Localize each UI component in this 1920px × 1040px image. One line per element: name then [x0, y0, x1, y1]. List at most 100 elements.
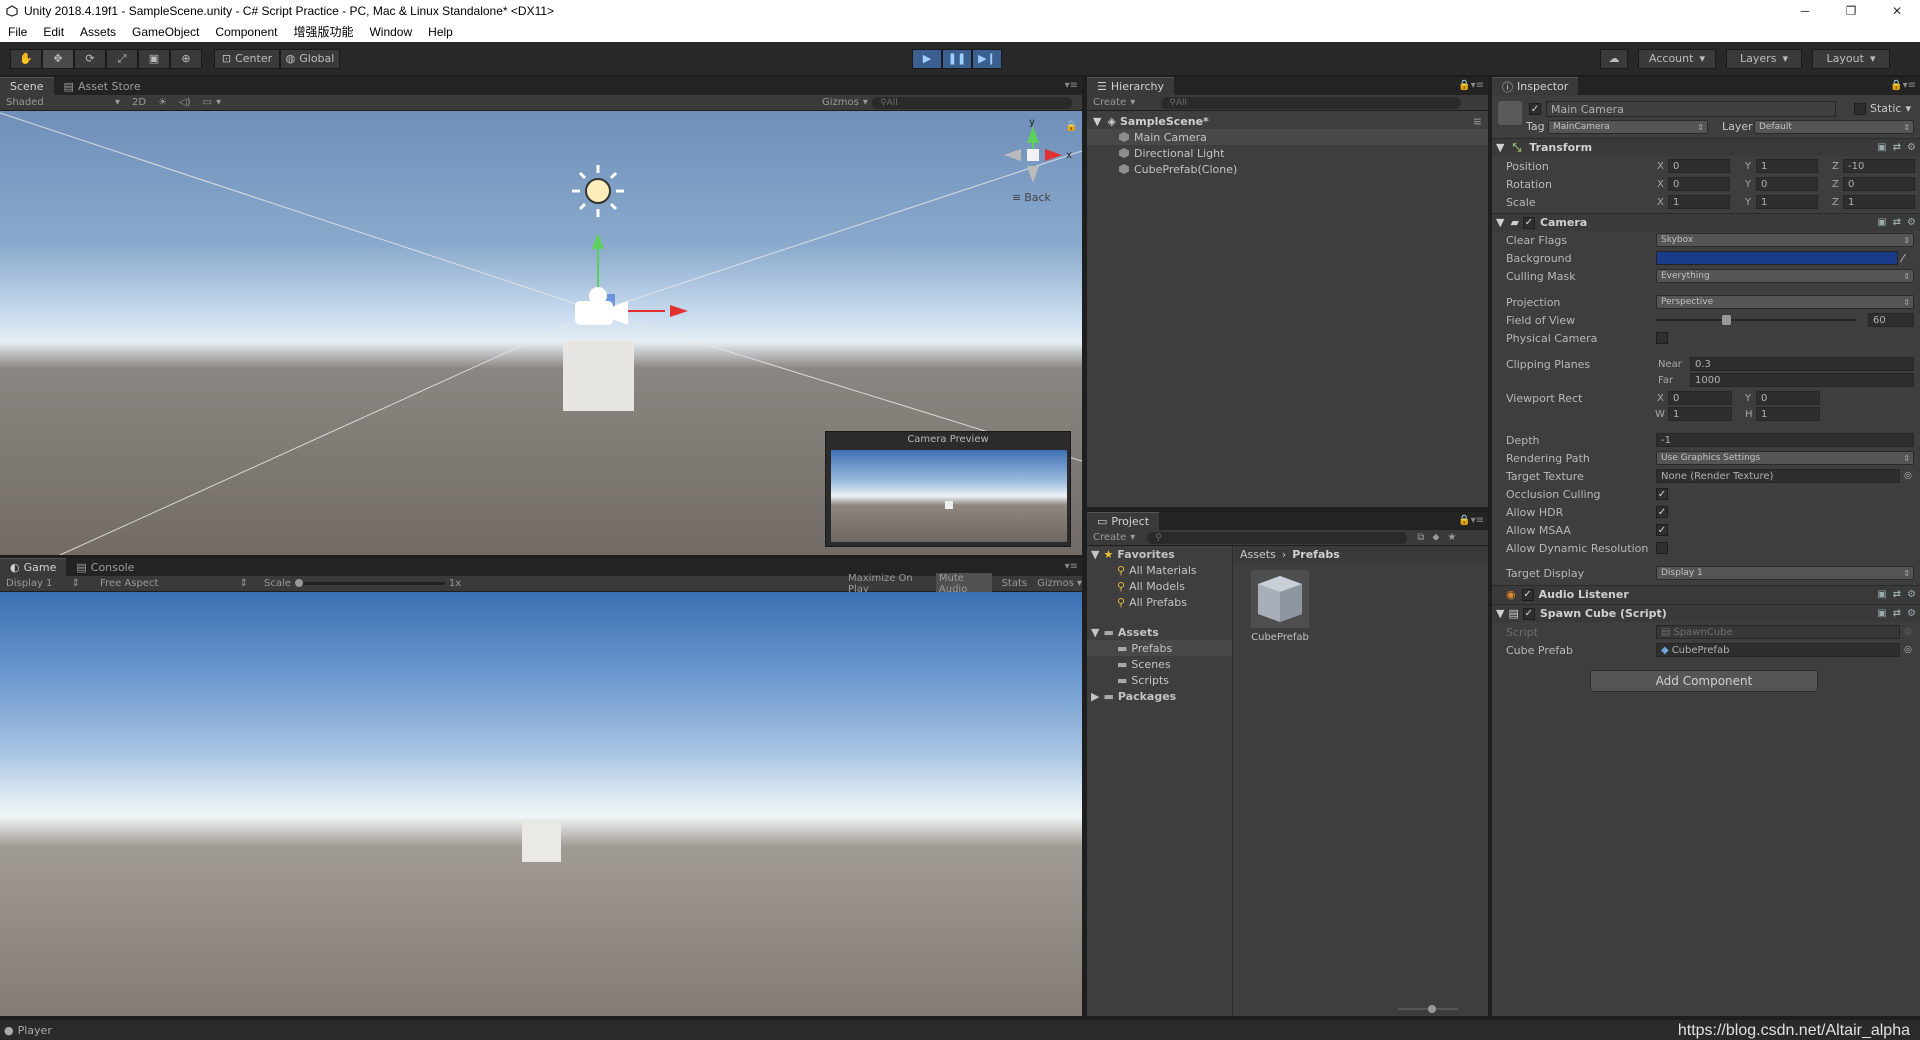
- hierarchy-item-main-camera[interactable]: Main Camera: [1087, 129, 1488, 145]
- viewport-h-field[interactable]: 1: [1756, 407, 1820, 421]
- close-window-button[interactable]: ✕: [1874, 0, 1920, 22]
- far-field[interactable]: 1000: [1690, 373, 1914, 387]
- scale-tool-button[interactable]: ⤢: [106, 48, 138, 69]
- spawn-cube-enabled-checkbox[interactable]: ✓: [1522, 607, 1535, 620]
- object-picker-icon[interactable]: ◎: [1904, 645, 1912, 655]
- object-picker-icon[interactable]: ◎: [1904, 471, 1912, 481]
- camera-gizmo-icon[interactable]: [575, 287, 628, 325]
- tab-console[interactable]: ▤ Console: [66, 558, 144, 576]
- pivot-global-toggle[interactable]: ◍ Global: [280, 48, 340, 69]
- static-toggle[interactable]: Static ▾: [1854, 102, 1911, 115]
- gear-icon[interactable]: ⚙: [1907, 589, 1916, 600]
- menu-window[interactable]: Window: [361, 22, 420, 42]
- scale-slider[interactable]: Scale 1x: [258, 578, 467, 589]
- folder-scenes[interactable]: ▬ Scenes: [1087, 656, 1232, 672]
- project-search-input[interactable]: ⚲: [1147, 531, 1408, 544]
- culling-mask-dropdown[interactable]: Everything: [1656, 269, 1914, 283]
- allow-dynamic-res-checkbox[interactable]: [1656, 542, 1668, 554]
- cube-prefab-field[interactable]: ◆ CubePrefab: [1656, 643, 1900, 657]
- stats-toggle[interactable]: Stats: [1002, 578, 1028, 589]
- gear-icon[interactable]: ⚙: [1907, 608, 1916, 619]
- panel-menu-icon[interactable]: 🔒▾≡: [1458, 80, 1484, 91]
- tab-project[interactable]: ▭ Project: [1087, 512, 1160, 530]
- rotate-tool-button[interactable]: ⟳: [74, 48, 106, 69]
- allow-hdr-checkbox[interactable]: ✓: [1656, 506, 1668, 518]
- lock-icon[interactable]: 🔒: [1065, 121, 1077, 132]
- fov-field[interactable]: 60: [1868, 313, 1914, 327]
- rendering-path-dropdown[interactable]: Use Graphics Settings: [1656, 451, 1914, 465]
- preset-icon[interactable]: ⇄: [1893, 608, 1901, 619]
- minimize-button[interactable]: ─: [1782, 0, 1828, 22]
- help-book-icon[interactable]: ▣: [1877, 589, 1886, 600]
- viewport-x-field[interactable]: 0: [1668, 391, 1732, 405]
- scale-y-field[interactable]: 1: [1756, 195, 1818, 209]
- tab-asset-store[interactable]: ▤ Asset Store: [54, 77, 151, 95]
- thumbnail-size-thumb[interactable]: [1428, 1005, 1436, 1013]
- thumbnail-size-slider[interactable]: [1398, 1005, 1458, 1013]
- help-book-icon[interactable]: ▣: [1877, 142, 1886, 153]
- tag-dropdown[interactable]: MainCamera: [1548, 120, 1708, 134]
- viewport-y-field[interactable]: 0: [1756, 391, 1820, 405]
- occlusion-culling-checkbox[interactable]: ✓: [1656, 488, 1668, 500]
- play-button[interactable]: ▶: [912, 48, 942, 69]
- hierarchy-search-input[interactable]: ⚲ All: [1161, 96, 1462, 109]
- filter-label-icon[interactable]: ⬥: [1432, 532, 1439, 543]
- favorites-row[interactable]: ▼ ★ Favorites: [1087, 546, 1232, 562]
- layers-dropdown[interactable]: Layers ▾: [1726, 48, 1802, 69]
- scale-slider-track[interactable]: [294, 579, 445, 587]
- menu-enhanced-features[interactable]: 增强版功能: [285, 22, 361, 42]
- panel-menu-icon[interactable]: ▾≡: [1065, 80, 1078, 91]
- allow-msaa-checkbox[interactable]: ✓: [1656, 524, 1668, 536]
- transform-component-header[interactable]: ▼ ⤡ Transform ▣ ⇄ ⚙: [1492, 138, 1920, 156]
- static-checkbox[interactable]: [1854, 102, 1866, 115]
- rotation-z-field[interactable]: 0: [1843, 177, 1915, 191]
- aspect-dropdown[interactable]: Free Aspect ⇕: [94, 578, 254, 589]
- scene-root-row[interactable]: ▼ ◈ SampleScene* ≡: [1087, 113, 1488, 129]
- scene-viewport[interactable]: y x 🔒 ≡ Back Camera Preview: [0, 111, 1082, 555]
- breadcrumb-prefabs[interactable]: Prefabs: [1292, 548, 1340, 561]
- projection-toggle[interactable]: ≡ Back: [1012, 191, 1051, 204]
- hierarchy-create-dropdown[interactable]: Create ▾: [1087, 97, 1141, 108]
- step-button[interactable]: ▶❙: [972, 48, 1002, 69]
- scene-effects-dropdown[interactable]: ▭ ▾: [197, 97, 227, 108]
- panel-menu-icon[interactable]: 🔒▾≡: [1890, 80, 1916, 91]
- asset-cubeprefab[interactable]: CubePrefab: [1248, 570, 1312, 643]
- gear-icon[interactable]: ⚙: [1907, 142, 1916, 153]
- eyedropper-icon[interactable]: ⁄: [1902, 252, 1904, 265]
- pivot-center-toggle[interactable]: ⊡ Center: [214, 48, 280, 69]
- folder-scripts[interactable]: ▬ Scripts: [1087, 672, 1232, 688]
- restore-button[interactable]: ❐: [1828, 0, 1874, 22]
- projection-dropdown[interactable]: Perspective: [1656, 295, 1914, 309]
- orientation-gizmo[interactable]: [1004, 126, 1062, 183]
- menu-help[interactable]: Help: [420, 22, 461, 42]
- near-field[interactable]: 0.3: [1690, 357, 1914, 371]
- menu-component[interactable]: Component: [207, 22, 285, 42]
- object-name-field[interactable]: Main Camera: [1546, 101, 1836, 117]
- tab-inspector[interactable]: ⓘ Inspector: [1492, 77, 1579, 95]
- layout-dropdown[interactable]: Layout ▾: [1812, 48, 1890, 69]
- breadcrumb-assets[interactable]: Assets: [1240, 548, 1276, 561]
- menu-assets[interactable]: Assets: [72, 22, 124, 42]
- collab-cloud-button[interactable]: ☁: [1600, 48, 1628, 69]
- star-icon[interactable]: ★: [1447, 532, 1456, 543]
- tab-hierarchy[interactable]: ☰ Hierarchy: [1087, 77, 1175, 95]
- pause-button[interactable]: ❚❚: [942, 48, 972, 69]
- rect-tool-button[interactable]: ▣: [138, 48, 170, 69]
- scene-options-icon[interactable]: ≡: [1473, 115, 1482, 128]
- scale-x-field[interactable]: 1: [1668, 195, 1730, 209]
- physical-camera-checkbox[interactable]: [1656, 332, 1668, 344]
- spawn-cube-component-header[interactable]: ▼ ▤ ✓ Spawn Cube (Script) ▣ ⇄ ⚙: [1492, 604, 1920, 622]
- gear-icon[interactable]: ⚙: [1907, 217, 1916, 228]
- menu-gameobject[interactable]: GameObject: [124, 22, 207, 42]
- scene-lighting-toggle[interactable]: ☀: [152, 97, 173, 108]
- packages-row[interactable]: ▶ ▬ Packages: [1087, 688, 1232, 704]
- shading-mode-dropdown[interactable]: Shaded ▾: [0, 97, 126, 108]
- filter-type-icon[interactable]: ⧉: [1417, 532, 1424, 543]
- scene-audio-toggle[interactable]: ◁): [173, 97, 197, 108]
- menu-file[interactable]: File: [0, 22, 35, 42]
- folder-prefabs[interactable]: ▬ Prefabs: [1087, 640, 1232, 656]
- preset-icon[interactable]: ⇄: [1893, 589, 1901, 600]
- favorite-all-models[interactable]: ⚲ All Models: [1087, 578, 1232, 594]
- help-book-icon[interactable]: ▣: [1877, 217, 1886, 228]
- audio-listener-component-header[interactable]: ◉ ✓ Audio Listener ▣ ⇄ ⚙: [1492, 585, 1920, 603]
